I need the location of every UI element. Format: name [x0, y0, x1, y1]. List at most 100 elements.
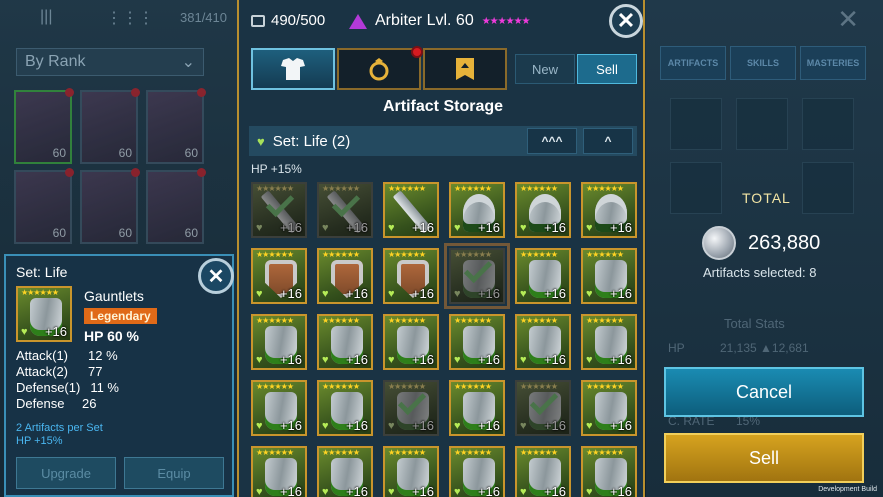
substat-name: Attack(1): [16, 348, 69, 363]
artifact-cell[interactable]: ★★★★★★ ♥ +16: [581, 248, 637, 304]
artifact-cell[interactable]: ★★★★★★ ♥ +16: [317, 248, 373, 304]
life-set-icon: ♥: [454, 222, 461, 234]
artifact-cell[interactable]: ★★★★★★ ♥ +16: [515, 446, 571, 497]
artifact-cell[interactable]: ★★★★★★ ♥ +16: [449, 380, 505, 436]
hero-header: Arbiter Lvl. 60 ★★★★★★: [349, 12, 531, 30]
close-icon[interactable]: ✕: [837, 4, 859, 35]
substat-row: Defense(1) 11 %: [16, 380, 119, 396]
tab-masteries[interactable]: MASTERIES: [800, 46, 866, 80]
tab-skills[interactable]: SKILLS: [730, 46, 796, 80]
details-close-button[interactable]: ✕: [198, 258, 234, 294]
collapse-button[interactable]: ^: [583, 128, 633, 154]
artifact-level: +16: [543, 352, 566, 367]
tab-banner[interactable]: [423, 48, 507, 90]
storage-chest-icon: [251, 14, 265, 27]
faction-triangle-icon: [349, 13, 367, 29]
artifact-stars: ★★★★★★: [322, 316, 360, 325]
artifact-cell[interactable]: ★★★★★★ ♥ +16: [581, 182, 637, 238]
artifact-stars: ★★★★★★: [520, 250, 558, 259]
artifact-cell[interactable]: ★★★★★★ ♥ +16: [317, 314, 373, 370]
artifact-stars: ★★★★★★: [256, 448, 294, 457]
tab-artifacts[interactable]: ARTIFACTS: [660, 46, 726, 80]
artifact-stars: ★★★★★★: [388, 316, 426, 325]
artifact-cell[interactable]: ★★★★★★ ♥ +16: [383, 446, 439, 497]
set-name: Set: Life (2): [272, 132, 351, 150]
artifact-cell[interactable]: ★★★★★★ ♥ +16: [449, 446, 505, 497]
dev-build-label: Development Build: [818, 486, 877, 493]
artifact-cell[interactable]: ★★★★★★ ♥ +16: [251, 314, 307, 370]
hero-tile[interactable]: 60: [146, 168, 206, 244]
tab-armor[interactable]: [251, 48, 335, 90]
silver-coin-icon: [702, 226, 736, 260]
artifact-stars: ★★★★★★: [388, 250, 426, 259]
life-set-icon: ♥: [520, 222, 527, 234]
total-label: TOTAL: [742, 190, 791, 206]
hero-tile[interactable]: 60: [80, 168, 140, 244]
artifact-stars: ★★★★★★: [586, 382, 624, 391]
hero-level: 60: [118, 146, 132, 160]
artifact-cell[interactable]: ★★★★★★ ♥ +16: [515, 182, 571, 238]
artifact-cell[interactable]: ★★★★★★ ♥ +16: [383, 380, 439, 436]
artifact-cell[interactable]: ★★★★★★ ♥ +16: [383, 182, 439, 238]
equip-button[interactable]: Equip: [124, 457, 224, 489]
set-info: 2 Artifacts per Set HP +15%: [16, 422, 103, 448]
artifact-stars: ★★★★★★: [454, 316, 492, 325]
artifact-cell[interactable]: ★★★★★★ ♥ +16: [317, 380, 373, 436]
artifact-level: +16: [411, 484, 434, 497]
hero-tile[interactable]: 60: [14, 168, 74, 244]
hero-tile[interactable]: 60: [80, 88, 140, 164]
artifact-cell[interactable]: ★★★★★★ ♥ +16: [383, 248, 439, 304]
sort-select[interactable]: By Rank ⌄: [16, 48, 204, 76]
set-info-pieces: 2 Artifacts per Set: [16, 422, 103, 434]
life-set-icon: ♥: [454, 288, 461, 300]
close-button[interactable]: ✕: [609, 4, 643, 38]
hero-level: 60: [52, 146, 66, 160]
cancel-button[interactable]: Cancel: [664, 367, 864, 417]
grid-icon: ⋮⋮⋮: [106, 10, 154, 27]
artifact-stars: ★★★★★★: [586, 448, 624, 457]
tab-accessories[interactable]: [337, 46, 423, 90]
total-value: 263,880: [748, 231, 821, 254]
hero-tile[interactable]: 60: [146, 88, 206, 164]
artifact-level: +16: [279, 352, 302, 367]
artifact-cell[interactable]: ★★★★★★ ♥ +16: [515, 380, 571, 436]
substat-value: 11 %: [90, 380, 119, 395]
sell-mode-button[interactable]: Sell: [577, 54, 637, 84]
hero-level: 60: [184, 226, 198, 240]
substat-row: Attack(1) 12 %: [16, 348, 119, 364]
artifact-cell[interactable]: ★★★★★★ ♥ +16: [444, 243, 510, 309]
artifact-level: +16: [345, 220, 368, 235]
upgrade-button[interactable]: Upgrade: [16, 457, 116, 489]
artifact-cell[interactable]: ★★★★★★ ♥ +16: [251, 182, 307, 238]
artifact-cell[interactable]: ★★★★★★ ♥ +16: [581, 446, 637, 497]
artifact-cell[interactable]: ★★★★★★ ♥ +16: [515, 248, 571, 304]
artifact-cell[interactable]: ★★★★★★ ♥ +16: [251, 446, 307, 497]
artifact-cell[interactable]: ★★★★★★ ♥ +16: [251, 248, 307, 304]
artifact-level: +16: [279, 220, 302, 235]
sort-new-button[interactable]: New: [515, 54, 575, 84]
substat-value: 77: [88, 364, 103, 379]
life-set-icon: ♥: [21, 326, 28, 338]
artifact-level: +16: [477, 352, 500, 367]
artifact-cell[interactable]: ★★★★★★ ♥ +16: [581, 380, 637, 436]
artifact-cell[interactable]: ★★★★★★ ♥ +16: [317, 182, 373, 238]
artifact-cell[interactable]: ★★★★★★ ♥ +16: [251, 380, 307, 436]
close-icon: ✕: [616, 8, 636, 33]
artifact-level: +16: [609, 418, 632, 433]
set-header[interactable]: ♥ Set: Life (2) ^^^ ^: [249, 126, 637, 156]
artifact-cell[interactable]: ★★★★★★ ♥ +16: [383, 314, 439, 370]
artifact-cell[interactable]: ★★★★★★ ♥ +16: [449, 314, 505, 370]
life-set-icon: ♥: [586, 288, 593, 300]
artifact-stars: ★★★★★★: [388, 448, 426, 457]
hero-tile[interactable]: 60: [14, 88, 74, 164]
artifact-slot: [736, 98, 788, 150]
sell-button[interactable]: Sell: [664, 433, 864, 483]
artifact-stars: ★★★★★★: [520, 316, 558, 325]
artifact-cell[interactable]: ★★★★★★ ♥ +16: [515, 314, 571, 370]
artifact-cell[interactable]: ★★★★★★ ♥ +16: [317, 446, 373, 497]
artifact-level: +16: [609, 484, 632, 497]
artifact-cell[interactable]: ★★★★★★ ♥ +16: [581, 314, 637, 370]
collapse-all-button[interactable]: ^^^: [527, 128, 577, 154]
artifact-cell[interactable]: ★★★★★★ ♥ +16: [449, 182, 505, 238]
artifact-stars: ★★★★★★: [322, 448, 360, 457]
